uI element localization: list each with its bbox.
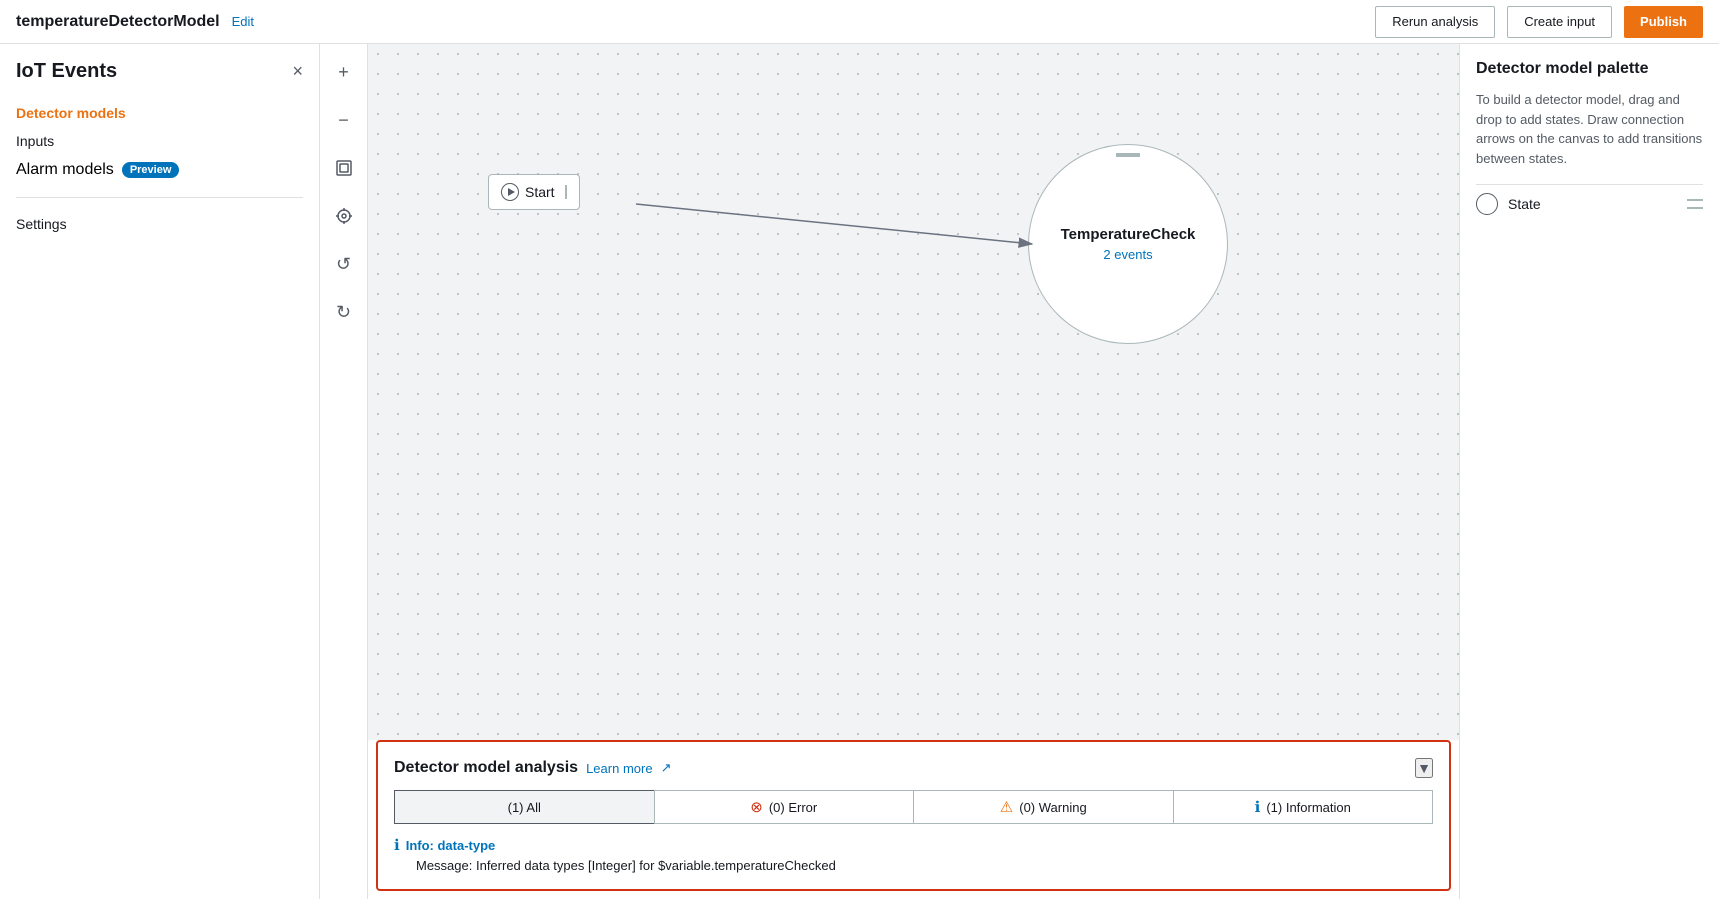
external-link-icon: ↗ [661,760,672,776]
model-name: temperatureDetectorModel [16,13,220,31]
palette-state-item[interactable]: State [1476,184,1703,223]
sidebar: IoT Events × Detector models Inputs Alar… [0,44,320,899]
right-palette: Detector model palette To build a detect… [1459,44,1719,899]
canvas[interactable]: Start TemperatureCheck 2 events [368,44,1459,740]
start-icon [501,183,519,201]
palette-description: To build a detector model, drag and drop… [1476,90,1703,168]
analysis-message-header: ℹ Info: data-type [394,836,1433,854]
fit-button[interactable] [328,152,360,184]
rerun-analysis-button[interactable]: Rerun analysis [1375,6,1495,38]
state-circle-events[interactable]: 2 events [1103,247,1152,262]
state-circle-temperaturecheck[interactable]: TemperatureCheck 2 events [1028,144,1228,344]
filter-error-label: (0) Error [769,800,817,815]
start-node[interactable]: Start [488,174,580,210]
message-info-icon: ℹ [394,836,400,854]
analysis-filters: (1) All ⊗ (0) Error ⚠ (0) Warning ℹ (1) … [394,790,1433,824]
analysis-title-group: Detector model analysis Learn more ↗ [394,759,671,777]
start-label: Start [525,184,555,200]
filter-warning-label: (0) Warning [1019,800,1086,815]
analysis-title: Detector model analysis [394,759,578,777]
sidebar-item-inputs[interactable]: Inputs [16,127,303,155]
canvas-tools: + − ↺ ↻ [320,44,368,899]
filter-all-button[interactable]: (1) All [394,790,654,824]
main-area: IoT Events × Detector models Inputs Alar… [0,44,1719,899]
filter-all-label: (1) All [508,800,541,815]
error-icon: ⊗ [750,798,763,816]
palette-title: Detector model palette [1476,60,1703,78]
sidebar-nav: Detector models Inputs Alarm models Prev… [0,99,319,185]
create-input-button[interactable]: Create input [1507,6,1612,38]
analysis-header: Detector model analysis Learn more ↗ ▼ [394,758,1433,778]
analysis-learn-more-link[interactable]: Learn more [586,761,652,776]
undo-button[interactable]: ↺ [328,248,360,280]
sidebar-close-button[interactable]: × [292,61,303,82]
canvas-arrow-svg [368,44,1459,740]
filter-info-label: (1) Information [1266,800,1351,815]
info-icon: ℹ [1255,798,1261,816]
header: temperatureDetectorModel Edit Rerun anal… [0,0,1719,44]
analysis-message-text: Message: Inferred data types [Integer] f… [394,858,1433,873]
filter-info-button[interactable]: ℹ (1) Information [1173,790,1434,824]
sidebar-item-detector-models[interactable]: Detector models [16,99,303,127]
state-circle-name: TemperatureCheck [1061,226,1196,243]
filter-error-button[interactable]: ⊗ (0) Error [654,790,914,824]
filter-warning-button[interactable]: ⚠ (0) Warning [913,790,1173,824]
analysis-panel: Detector model analysis Learn more ↗ ▼ (… [376,740,1451,891]
start-handle [565,185,567,199]
redo-button[interactable]: ↻ [328,296,360,328]
analysis-info-label: Info: data-type [406,838,496,853]
zoom-out-button[interactable]: − [328,104,360,136]
analysis-message: ℹ Info: data-type Message: Inferred data… [394,836,1433,873]
preview-badge: Preview [122,162,180,178]
sidebar-divider [16,197,303,198]
analysis-collapse-button[interactable]: ▼ [1415,758,1433,778]
canvas-container: + − ↺ ↻ [320,44,1459,899]
publish-button[interactable]: Publish [1624,6,1703,38]
alarm-models-label: Alarm models [16,161,114,179]
sidebar-item-alarm-models[interactable]: Alarm models Preview [16,155,303,185]
sidebar-title: IoT Events [16,60,117,83]
sidebar-header: IoT Events × [0,60,319,99]
edit-link[interactable]: Edit [232,14,254,29]
state-circle-handle [1116,153,1140,157]
zoom-in-button[interactable]: + [328,56,360,88]
sidebar-item-settings[interactable]: Settings [0,210,319,238]
palette-state-label: State [1508,196,1677,212]
palette-state-handle [1687,199,1703,209]
palette-state-circle-icon [1476,193,1498,215]
warning-icon: ⚠ [1000,798,1013,816]
target-button[interactable] [328,200,360,232]
